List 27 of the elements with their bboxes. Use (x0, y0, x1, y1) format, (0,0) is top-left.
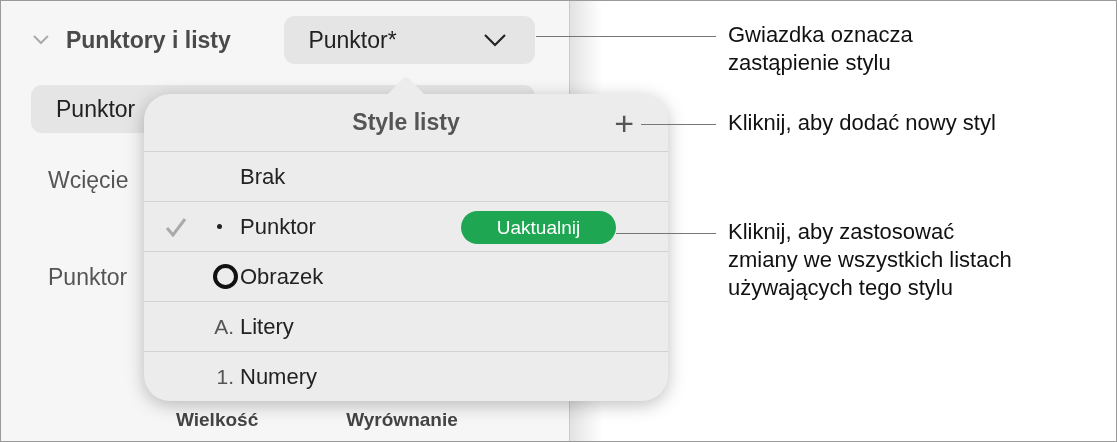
list-style-item[interactable]: A. Litery (144, 302, 668, 352)
annotation-text: Kliknij, aby zastosować zmiany we wszystkich listach używających tego stylu (728, 218, 1012, 302)
item-label: Brak (240, 163, 286, 190)
annotation-text: Kliknij, aby dodać nowy styl (728, 109, 996, 137)
item-label: Numery (240, 363, 317, 390)
section-title: Punktory i listy (65, 26, 232, 54)
annotation-text: Gwiazdka oznacza zastąpienie stylu (728, 21, 913, 77)
item-label: Litery (240, 313, 294, 340)
indent-label: Wcięcie (48, 167, 129, 194)
list-style-item[interactable]: Brak (144, 152, 668, 202)
add-button[interactable]: + (610, 106, 638, 140)
column-header: Wyrównanie (346, 409, 458, 431)
item-label: Obrazek (240, 263, 324, 290)
list-style-item[interactable]: Punktor Uaktualnij (144, 202, 668, 252)
chevron-icon (483, 33, 507, 47)
list-style-item[interactable]: Obrazek (144, 252, 668, 302)
style-dropdown[interactable]: Punktor* (284, 16, 535, 64)
list-style-item[interactable]: 1. Numery (144, 352, 668, 401)
bullet-label: Punktor (48, 264, 128, 291)
item-label: Punktor (240, 213, 316, 240)
bullet-icon (217, 224, 222, 229)
list-prefix: 1. (216, 364, 234, 389)
column-header: Wielkość (176, 409, 259, 431)
circle-icon (213, 264, 238, 289)
list-prefix: A. (214, 314, 234, 339)
popover-title: Style listy (352, 109, 460, 136)
chevron-icon[interactable] (33, 35, 49, 45)
